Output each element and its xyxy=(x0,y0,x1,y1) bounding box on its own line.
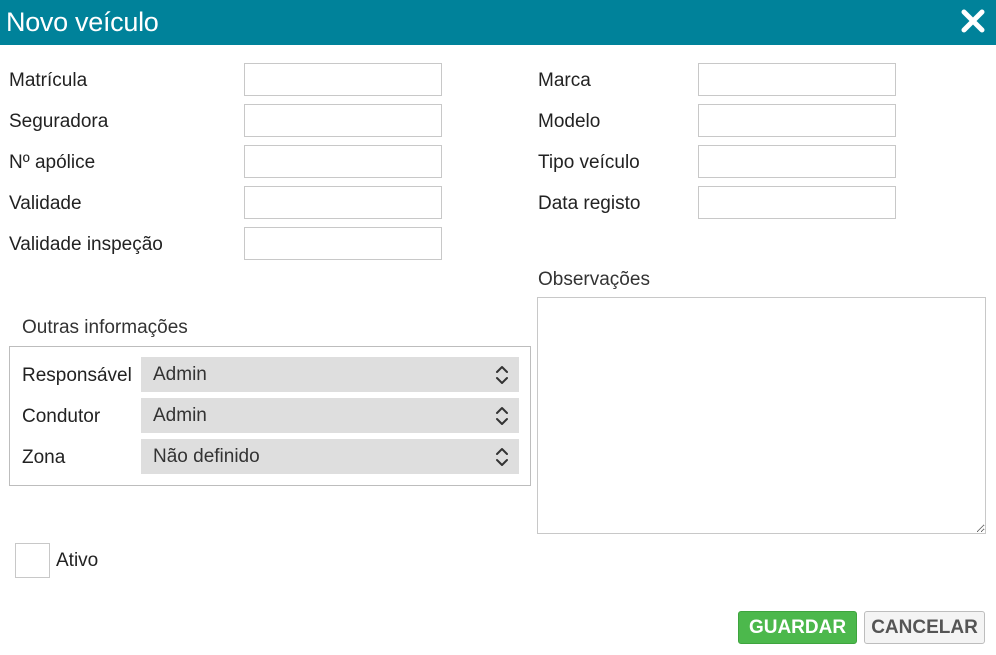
ativo-label: Ativo xyxy=(56,550,99,571)
ativo-checkbox[interactable] xyxy=(15,543,50,578)
seguradora-input[interactable] xyxy=(244,104,442,137)
label-validade: Validade xyxy=(9,193,82,214)
cancelar-button[interactable]: CANCELAR xyxy=(864,611,985,644)
label-apolice: Nº apólice xyxy=(9,152,96,173)
observacoes-textarea[interactable] xyxy=(537,297,986,534)
label-zona: Zona xyxy=(22,447,66,468)
label-data-registo: Data registo xyxy=(538,193,641,214)
data-registo-input[interactable] xyxy=(698,186,896,219)
label-seguradora: Seguradora xyxy=(9,111,109,132)
label-validade-inspecao: Validade inspeção xyxy=(9,234,163,255)
guardar-button[interactable]: GUARDAR xyxy=(738,611,857,644)
zona-select[interactable]: Não definido xyxy=(141,439,519,474)
observacoes-label: Observações xyxy=(538,269,650,290)
label-condutor: Condutor xyxy=(22,406,101,427)
zona-select-value: Não definido xyxy=(153,446,260,467)
select-arrows-icon xyxy=(496,366,508,384)
condutor-select[interactable]: Admin xyxy=(141,398,519,433)
dialog-title: Novo veículo xyxy=(6,7,159,37)
tipo-veiculo-input[interactable] xyxy=(698,145,896,178)
matricula-input[interactable] xyxy=(244,63,442,96)
select-arrows-icon xyxy=(496,448,508,466)
apolice-input[interactable] xyxy=(244,145,442,178)
responsavel-select[interactable]: Admin xyxy=(141,357,519,392)
responsavel-select-value: Admin xyxy=(153,364,207,385)
label-tipo-veiculo: Tipo veículo xyxy=(538,152,640,173)
dialog-header: Novo veículo xyxy=(0,0,996,45)
modelo-input[interactable] xyxy=(698,104,896,137)
close-icon[interactable] xyxy=(958,6,988,36)
outras-informacoes-legend: Outras informações xyxy=(22,317,188,338)
label-matricula: Matrícula xyxy=(9,70,88,91)
marca-input[interactable] xyxy=(698,63,896,96)
validade-input[interactable] xyxy=(244,186,442,219)
validade-inspecao-input[interactable] xyxy=(244,227,442,260)
select-arrows-icon xyxy=(496,407,508,425)
label-responsavel: Responsável xyxy=(22,365,132,386)
condutor-select-value: Admin xyxy=(153,405,207,426)
label-marca: Marca xyxy=(538,70,591,91)
label-modelo: Modelo xyxy=(538,111,601,132)
